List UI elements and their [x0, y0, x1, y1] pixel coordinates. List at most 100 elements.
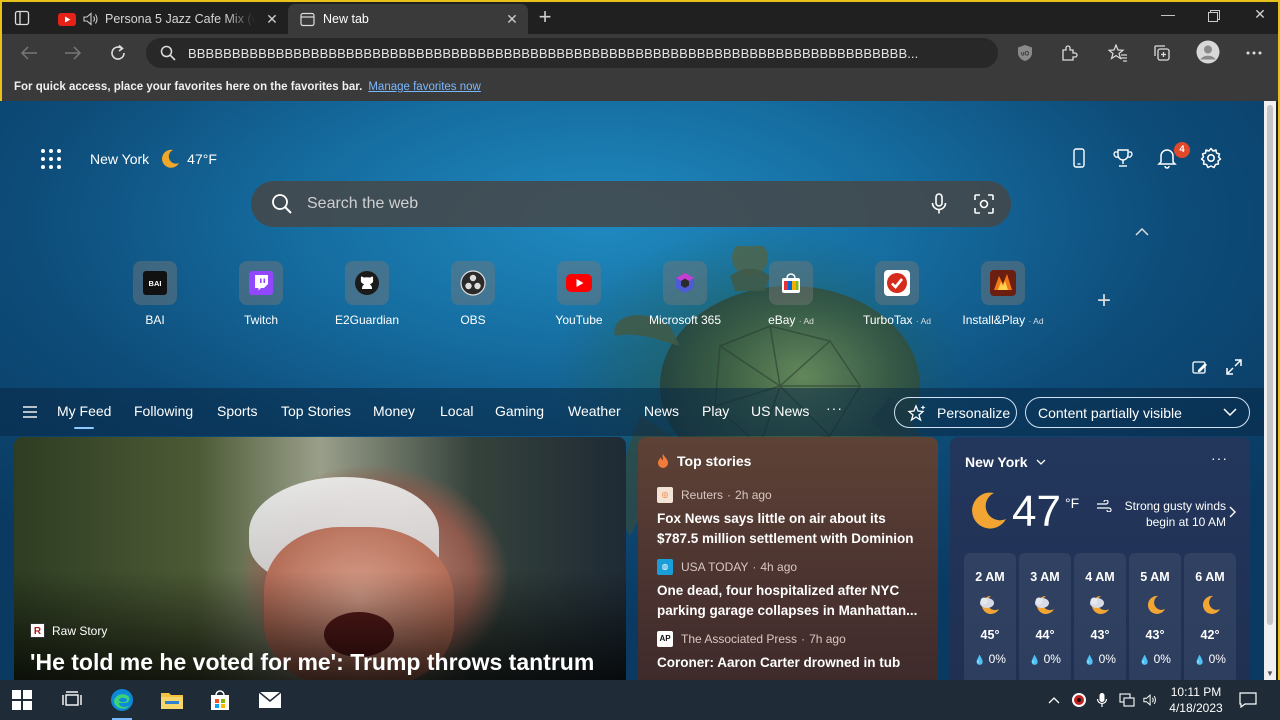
turbotax-icon — [875, 261, 919, 305]
chevron-right-icon[interactable] — [1229, 505, 1236, 523]
feed-tab-sports[interactable]: Sports — [217, 403, 257, 419]
quick-link-e2guardian[interactable]: E2Guardian — [312, 261, 422, 327]
new-tab-button[interactable]: + — [534, 6, 556, 29]
new-tab-page: New York 47°F 4 Search the web BAI BAI T… — [0, 101, 1264, 680]
volume-icon[interactable] — [1143, 692, 1159, 708]
quick-link-ebay[interactable]: eBay · Ad — [736, 261, 846, 327]
restore-button[interactable] — [1194, 6, 1234, 28]
expand-icon[interactable] — [1226, 359, 1242, 380]
weather-city-dropdown[interactable]: New York — [965, 454, 1046, 470]
story-item[interactable]: ◎ Reuters · 2h ago Fox News says little … — [657, 487, 919, 549]
rewards-trophy-icon[interactable] — [1112, 147, 1134, 169]
favorites-icon[interactable] — [1108, 43, 1128, 63]
windows-start-icon[interactable] — [10, 688, 34, 712]
tab-new-tab[interactable]: New tab ✕ — [288, 4, 528, 34]
story-item[interactable]: ◍ USA TODAY · 4h ago One dead, four hosp… — [657, 559, 919, 621]
app-launcher-icon[interactable] — [40, 148, 62, 175]
collections-icon[interactable] — [1152, 43, 1172, 63]
back-arrow-icon[interactable] — [18, 42, 40, 64]
edit-background-icon[interactable] — [1192, 359, 1208, 380]
feed-tab-us-news[interactable]: US News — [751, 403, 809, 419]
quick-link-label: YouTube — [555, 313, 603, 327]
raw-story-logo-icon: R — [30, 623, 45, 638]
mobile-phone-icon[interactable] — [1068, 147, 1090, 169]
refresh-icon[interactable] — [107, 42, 129, 64]
hourly-item[interactable]: 6 AM 42° 💧 0% — [1184, 553, 1236, 680]
quick-link-youtube[interactable]: YouTube — [524, 261, 634, 327]
edge-browser-icon[interactable] — [110, 688, 134, 720]
quick-link-microsoft365[interactable]: Microsoft 365 — [630, 261, 740, 327]
feed-tab-weather[interactable]: Weather — [568, 403, 621, 419]
system-clock[interactable]: 10:11 PM 4/18/2023 — [1164, 684, 1228, 716]
show-hidden-icons-chevron-up-icon[interactable] — [1046, 692, 1062, 708]
rain-drop-icon: 💧 — [1139, 655, 1151, 665]
hero-headline[interactable]: 'He told me he voted for me': Trump thro… — [30, 649, 620, 676]
feed-tab-local[interactable]: Local — [440, 403, 473, 419]
story-item[interactable]: AP The Associated Press · 7h ago Coroner… — [657, 631, 919, 673]
feed-tab-play[interactable]: Play — [702, 403, 729, 419]
hourly-item[interactable]: 2 AM 45° 💧 0% — [964, 553, 1016, 680]
action-center-icon[interactable] — [1239, 691, 1257, 709]
task-view-icon[interactable] — [60, 688, 84, 712]
feed-more-button[interactable]: ··· — [826, 400, 843, 416]
profile-avatar[interactable] — [1196, 40, 1220, 64]
weather-more-icon[interactable]: ··· — [1211, 450, 1228, 466]
obs-tray-icon[interactable] — [1071, 692, 1087, 708]
voice-search-mic-icon[interactable] — [930, 193, 948, 220]
quick-link-twitch[interactable]: Twitch — [206, 261, 316, 327]
microphone-icon[interactable] — [1094, 692, 1110, 708]
tab-actions-icon[interactable] — [8, 7, 36, 29]
manage-favorites-link[interactable]: Manage favorites now — [368, 81, 481, 93]
quick-link-obs[interactable]: OBS — [418, 261, 528, 327]
mail-icon[interactable] — [258, 688, 282, 712]
hourly-item[interactable]: 5 AM 43° 💧 0% — [1129, 553, 1181, 680]
collapse-chevron-up-icon[interactable] — [1135, 223, 1149, 239]
add-quick-link-button[interactable]: + — [1097, 287, 1111, 315]
quick-link-installplay[interactable]: Install&Play · Ad — [948, 261, 1058, 327]
ap-logo-icon: AP — [657, 631, 673, 647]
rain-drop-icon: 💧 — [974, 655, 986, 665]
weather-alert[interactable]: Strong gusty winds begin at 10 AM — [1096, 498, 1226, 530]
scrollbar-thumb[interactable] — [1267, 105, 1273, 625]
tab-close-icon[interactable]: ✕ — [504, 11, 520, 28]
feed-tab-top-stories[interactable]: Top Stories — [281, 403, 351, 419]
settings-more-icon[interactable] — [1244, 43, 1264, 63]
page-scrollbar[interactable]: ▼ — [1264, 101, 1276, 680]
ublock-origin-icon[interactable]: uO — [1015, 43, 1035, 63]
tab-persona-jazz[interactable]: Persona 5 Jazz Cafe Mix (w/ ✕ — [52, 4, 288, 34]
content-visibility-dropdown[interactable]: Content partially visible — [1025, 397, 1250, 428]
close-window-button[interactable]: ✕ — [1240, 6, 1278, 28]
web-search-box[interactable]: Search the web — [251, 181, 1011, 227]
visual-search-icon[interactable] — [973, 193, 995, 220]
tab-close-icon[interactable]: ✕ — [264, 11, 280, 28]
hourly-item[interactable]: 4 AM 43° 💧 0% — [1074, 553, 1126, 680]
feed-tab-following[interactable]: Following — [134, 403, 193, 419]
story-separator: · — [801, 632, 806, 646]
page-settings-gear-icon[interactable] — [1200, 147, 1222, 169]
feed-tab-money[interactable]: Money — [373, 403, 415, 419]
weather-card[interactable]: New York ··· 47 °F Strong gusty winds be… — [950, 437, 1250, 680]
weather-location-button[interactable]: New York 47°F — [90, 148, 217, 170]
forward-arrow-icon[interactable] — [62, 42, 84, 64]
hour-precip: 0% — [1208, 652, 1226, 666]
scroll-down-arrow-icon[interactable]: ▼ — [1266, 669, 1274, 678]
audio-playing-icon[interactable] — [83, 12, 99, 26]
microsoft-store-icon[interactable] — [208, 688, 232, 712]
network-icon[interactable] — [1119, 692, 1135, 708]
minimize-button[interactable]: — — [1148, 6, 1188, 28]
file-explorer-icon[interactable] — [160, 688, 184, 712]
hourly-item[interactable]: 3 AM 44° 💧 0% — [1019, 553, 1071, 680]
hour-temp: 44° — [1035, 628, 1055, 642]
feed-tab-gaming[interactable]: Gaming — [495, 403, 544, 419]
feed-tab-my-feed[interactable]: My Feed — [57, 403, 111, 429]
quick-link-bai[interactable]: BAI BAI — [100, 261, 210, 327]
feed-tab-news[interactable]: News — [644, 403, 679, 419]
hero-news-card[interactable]: R Raw Story 'He told me he voted for me'… — [14, 437, 626, 680]
address-bar[interactable]: BBBBBBBBBBBBBBBBBBBBBBBBBBBBBBBBBBBBBBBB… — [146, 38, 998, 68]
story-title: Coroner: Aaron Carter drowned in tub — [657, 655, 901, 670]
quick-link-turbotax[interactable]: TurboTax · Ad — [842, 261, 952, 327]
extensions-icon[interactable] — [1059, 43, 1079, 63]
personalize-button[interactable]: Personalize — [894, 397, 1017, 428]
menu-hamburger-icon[interactable] — [22, 405, 38, 423]
story-separator: · — [727, 488, 732, 502]
